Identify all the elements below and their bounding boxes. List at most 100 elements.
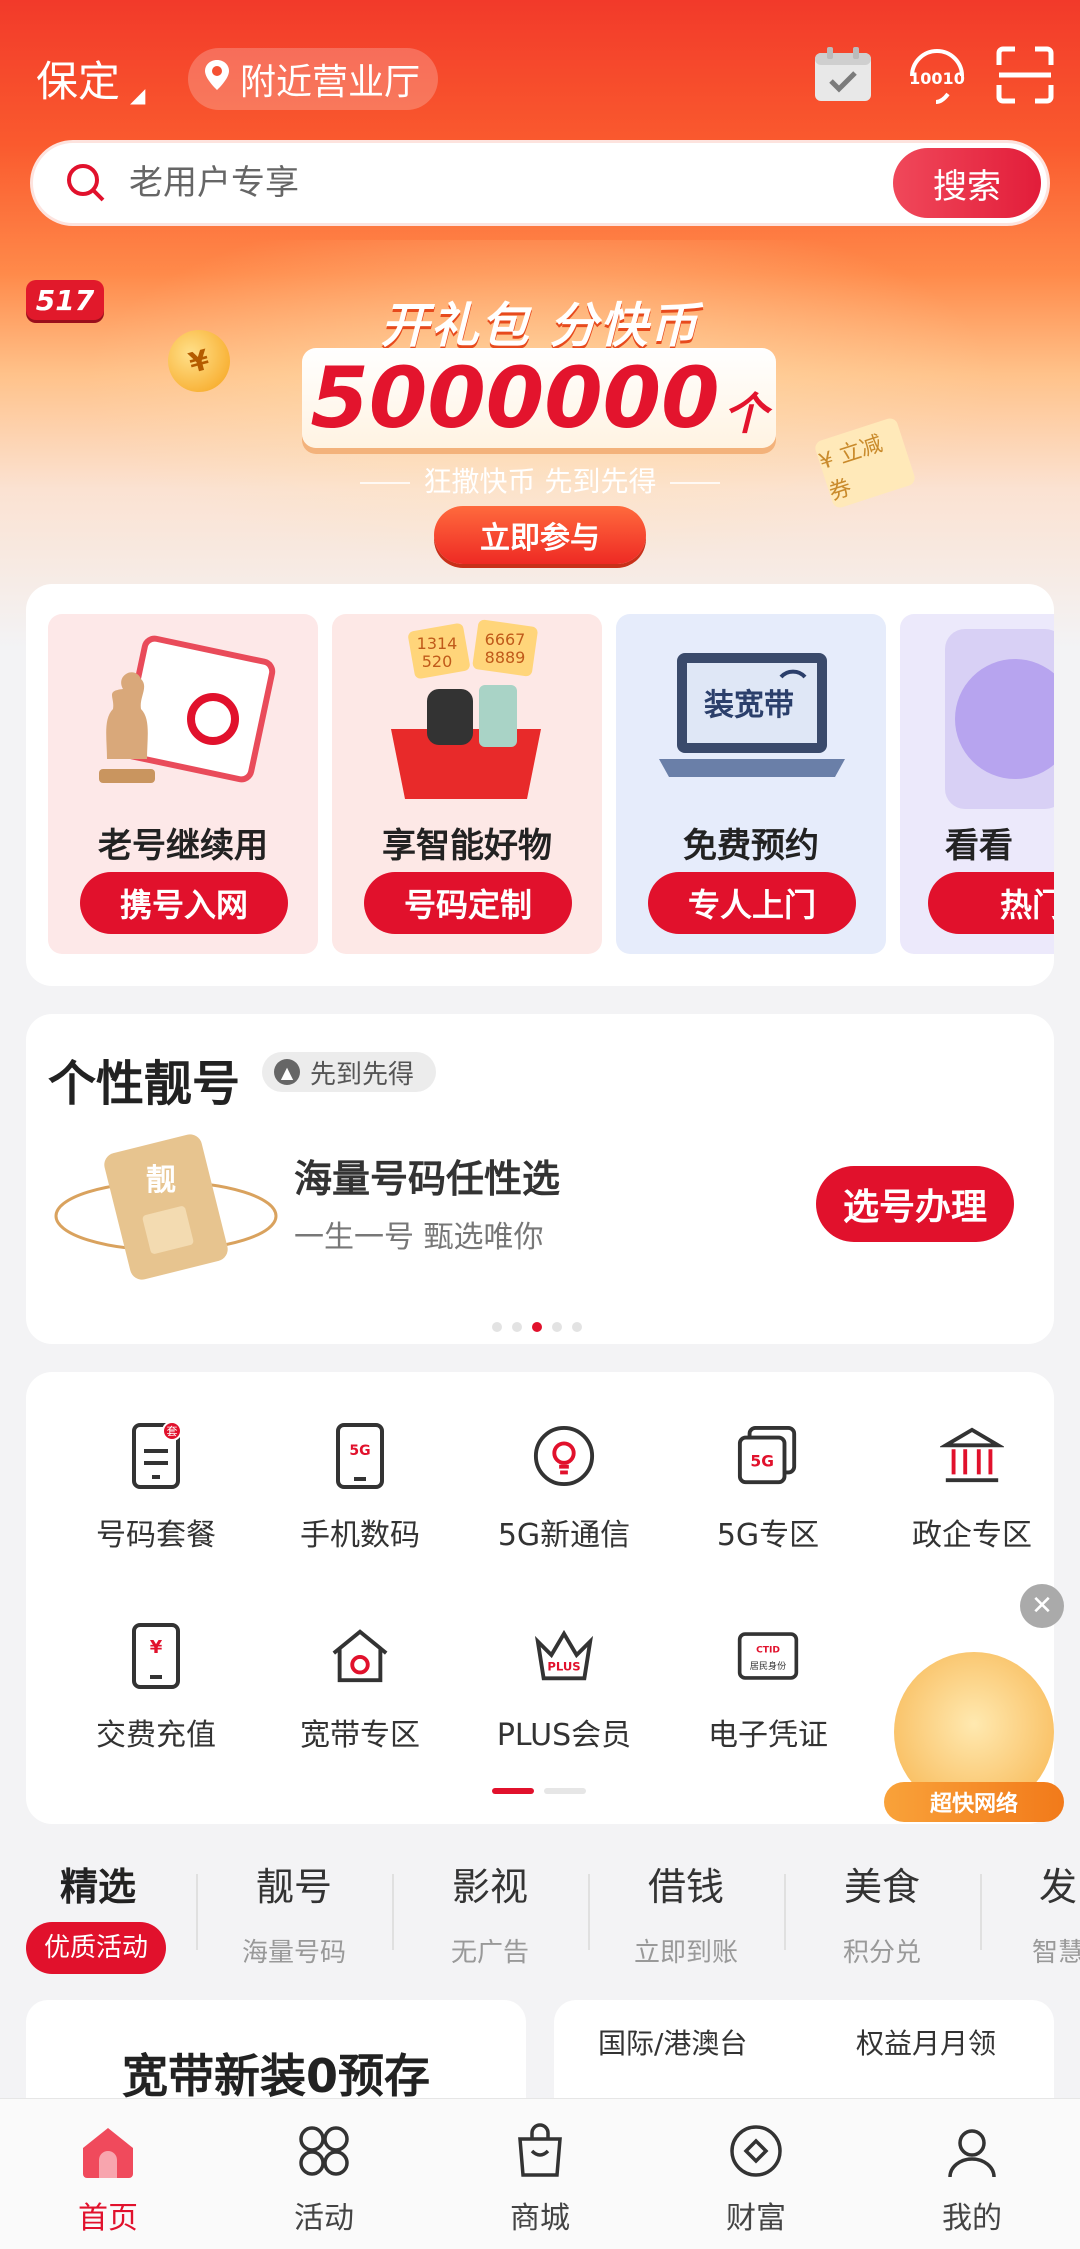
service-broadband[interactable]: 宽带专区 xyxy=(262,1620,458,1770)
service-5g-zone[interactable]: 5G 5G专区 xyxy=(670,1420,866,1570)
service-phones[interactable]: 5G 手机数码 xyxy=(262,1420,458,1570)
svg-text:5G: 5G xyxy=(349,1443,370,1459)
special-number-card[interactable]: 个性靓号 ▲ 先到先得 靓 海量号码任性选 一生一号 甄选唯你 选号办理 xyxy=(26,1014,1054,1344)
carousel-dot xyxy=(512,1322,522,1332)
banner-subtitle: 狂撒快币 先到先得 xyxy=(0,460,1080,500)
5g-zone-icon: 5G xyxy=(736,1420,800,1492)
laptop-broadband-illustration: 装宽带 xyxy=(616,614,886,814)
search-input[interactable] xyxy=(129,163,893,203)
special-number-heading: 个性靓号 xyxy=(48,1056,241,1112)
nav-wealth[interactable]: 财富 xyxy=(648,2109,864,2239)
category-tab-partial[interactable]: 发 智慧 xyxy=(960,1856,1080,1976)
caret-down-icon: ◢ xyxy=(130,83,146,107)
banner-amount-value: 5000000 xyxy=(310,349,720,447)
category-tab-loan[interactable]: 借钱 立即到账 xyxy=(588,1856,784,1976)
scan-icon[interactable] xyxy=(990,40,1060,110)
promo-cards-section: 老号继续用 携号入网 1314 520 6667 8889 享智能好物 号码定制 装宽… xyxy=(26,584,1054,986)
clipboard-chess-illustration xyxy=(48,614,318,814)
shop-bag-icon xyxy=(510,2121,570,2181)
promo-card-button[interactable]: 热门 xyxy=(928,872,1054,934)
activity-icon xyxy=(294,2121,354,2181)
gift-box-illustration: 1314 520 6667 8889 xyxy=(332,614,602,814)
category-tab-food[interactable]: 美食 积分兑 xyxy=(784,1856,980,1976)
flame-icon: ▲ xyxy=(274,1059,300,1085)
carousel-dots xyxy=(492,1322,582,1332)
floating-ad[interactable]: 超快网络 xyxy=(884,1632,1064,1832)
service-enterprise[interactable]: 政企专区 xyxy=(874,1420,1070,1570)
nav-activity[interactable]: 活动 xyxy=(216,2109,432,2239)
home-icon xyxy=(78,2121,138,2181)
service-recharge[interactable]: ¥ 交费充值 xyxy=(58,1620,254,1770)
svg-text:1314: 1314 xyxy=(417,634,458,653)
close-icon[interactable]: ✕ xyxy=(1020,1584,1064,1628)
service-label: PLUS会员 xyxy=(496,1718,632,1753)
feed-card-label-monthly: 权益月月领 xyxy=(856,2027,997,2060)
category-title: 精选 xyxy=(59,1865,136,1909)
promo-card-number-transfer[interactable]: 老号继续用 携号入网 xyxy=(48,614,318,954)
service-label: 手机数码 xyxy=(300,1518,420,1553)
svg-text:套: 套 xyxy=(167,1425,178,1438)
service-label: 5G专区 xyxy=(716,1518,820,1553)
nav-label: 活动 xyxy=(294,2201,354,2236)
wealth-icon xyxy=(726,2121,786,2181)
svg-text:靓: 靓 xyxy=(146,1163,176,1198)
recharge-icon: ¥ xyxy=(124,1620,188,1692)
tag-label: 先到先得 xyxy=(310,1059,415,1090)
promo-card-broadband[interactable]: 装宽带 免费预约 专人上门 xyxy=(616,614,886,954)
promo-cards-scroller[interactable]: 老号继续用 携号入网 1314 520 6667 8889 享智能好物 号码定制 装宽… xyxy=(48,614,1054,954)
service-label: 宽带专区 xyxy=(300,1718,420,1753)
banner-cta-button[interactable]: 立即参与 xyxy=(434,506,646,564)
bulb-icon xyxy=(532,1420,596,1492)
banner-subtitle-text: 狂撒快币 先到先得 xyxy=(423,465,657,498)
category-title: 影视 xyxy=(451,1865,528,1909)
category-subtitle: 无广告 xyxy=(450,1938,529,1968)
category-tab-video[interactable]: 影视 无广告 xyxy=(392,1856,588,1976)
promo-card-button[interactable]: 专人上门 xyxy=(648,872,856,934)
bank-icon xyxy=(940,1420,1004,1492)
nav-profile[interactable]: 我的 xyxy=(864,2109,1080,2239)
svg-text:装宽带: 装宽带 xyxy=(704,688,794,723)
category-tab-numbers[interactable]: 靓号 海量号码 xyxy=(196,1856,392,1976)
carousel-dot xyxy=(492,1322,502,1332)
calendar-checkin-icon[interactable] xyxy=(808,40,878,110)
location-pin-icon xyxy=(202,58,232,101)
special-number-line2: 一生一号 甄选唯你 xyxy=(294,1220,544,1255)
service-e-certificate[interactable]: CTID 居民身份 电子凭证 xyxy=(670,1620,866,1770)
service-label: 电子凭证 xyxy=(708,1718,828,1753)
select-number-button[interactable]: 选号办理 xyxy=(816,1166,1014,1242)
service-label: 交费充值 xyxy=(96,1718,216,1753)
svg-text:520: 520 xyxy=(422,652,453,671)
sim-card-illustration: 靓 xyxy=(46,1120,286,1300)
service-5g-communication[interactable]: 5G新通信 xyxy=(466,1420,662,1570)
svg-text:5G: 5G xyxy=(750,1453,774,1471)
service-number-plan[interactable]: 套 号码套餐 xyxy=(58,1420,254,1570)
svg-text:¥: ¥ xyxy=(150,1637,163,1658)
profile-icon xyxy=(942,2121,1002,2181)
grid-page-indicator xyxy=(544,1788,586,1794)
nav-label: 财富 xyxy=(726,2201,786,2236)
bottom-navigation: 首页 活动 商城 财富 我的 xyxy=(0,2098,1080,2249)
promo-card-smart-goods[interactable]: 1314 520 6667 8889 享智能好物 号码定制 xyxy=(332,614,602,954)
search-icon xyxy=(61,158,111,208)
phone-5g-icon: 5G xyxy=(328,1420,392,1492)
promo-banner[interactable]: 517 ¥ ¥ 立减券 开礼包 分快币 5000000 个 狂撒快币 先到先得 … xyxy=(0,260,1080,580)
service-plus-member[interactable]: PLUS PLUS会员 xyxy=(466,1620,662,1770)
category-tabs: 精选 优质活动 靓号 海量号码 影视 无广告 借钱 立即到账 美食 积分兑 发 … xyxy=(0,1856,1080,1976)
promo-card-button[interactable]: 携号入网 xyxy=(80,872,288,934)
promo-card-partial[interactable]: 看看 热门 xyxy=(900,614,1054,954)
city-selector[interactable]: 保定 ◢ xyxy=(36,48,145,109)
nav-home[interactable]: 首页 xyxy=(0,2109,216,2239)
customer-service-10010-icon[interactable]: 10010 xyxy=(902,40,972,110)
special-number-line1: 海量号码任性选 xyxy=(294,1157,561,1201)
carousel-dot xyxy=(552,1322,562,1332)
search-button[interactable]: 搜索 xyxy=(893,148,1041,218)
nearby-store-button[interactable]: 附近营业厅 xyxy=(188,48,439,110)
svg-text:6667: 6667 xyxy=(485,630,526,649)
category-tab-featured[interactable]: 精选 优质活动 xyxy=(0,1856,196,1976)
service-label: 号码套餐 xyxy=(96,1518,216,1553)
nav-shop[interactable]: 商城 xyxy=(432,2109,648,2239)
grid-page-indicator-active xyxy=(492,1788,534,1794)
promo-card-button[interactable]: 号码定制 xyxy=(364,872,572,934)
service-label: 政企专区 xyxy=(912,1518,1032,1553)
phone-illustration xyxy=(900,614,1054,814)
